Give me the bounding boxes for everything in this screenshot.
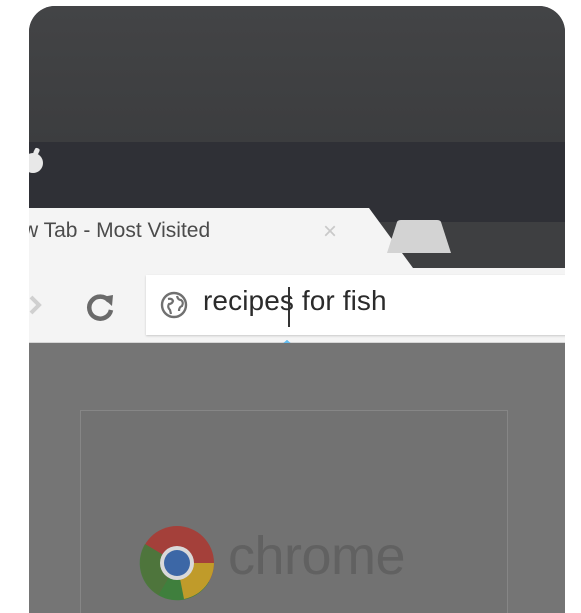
new-tab-button[interactable] [385,220,453,254]
tablet-screen: w Tab - Most Visited × recipes for fish … [29,6,565,613]
chrome-logo-icon [139,526,214,601]
back-arrow-icon[interactable] [29,291,45,319]
chrome-wordmark: chrome [228,526,406,586]
text-cursor [288,287,290,327]
new-tab-icon [387,220,451,253]
globe-icon [160,291,188,319]
tab-title: w Tab - Most Visited [29,219,211,242]
tab-close-icon[interactable]: × [323,218,337,246]
status-bar [29,6,565,142]
reload-icon[interactable] [83,289,119,325]
omnibox-input-text[interactable]: recipes for fish [203,285,387,317]
